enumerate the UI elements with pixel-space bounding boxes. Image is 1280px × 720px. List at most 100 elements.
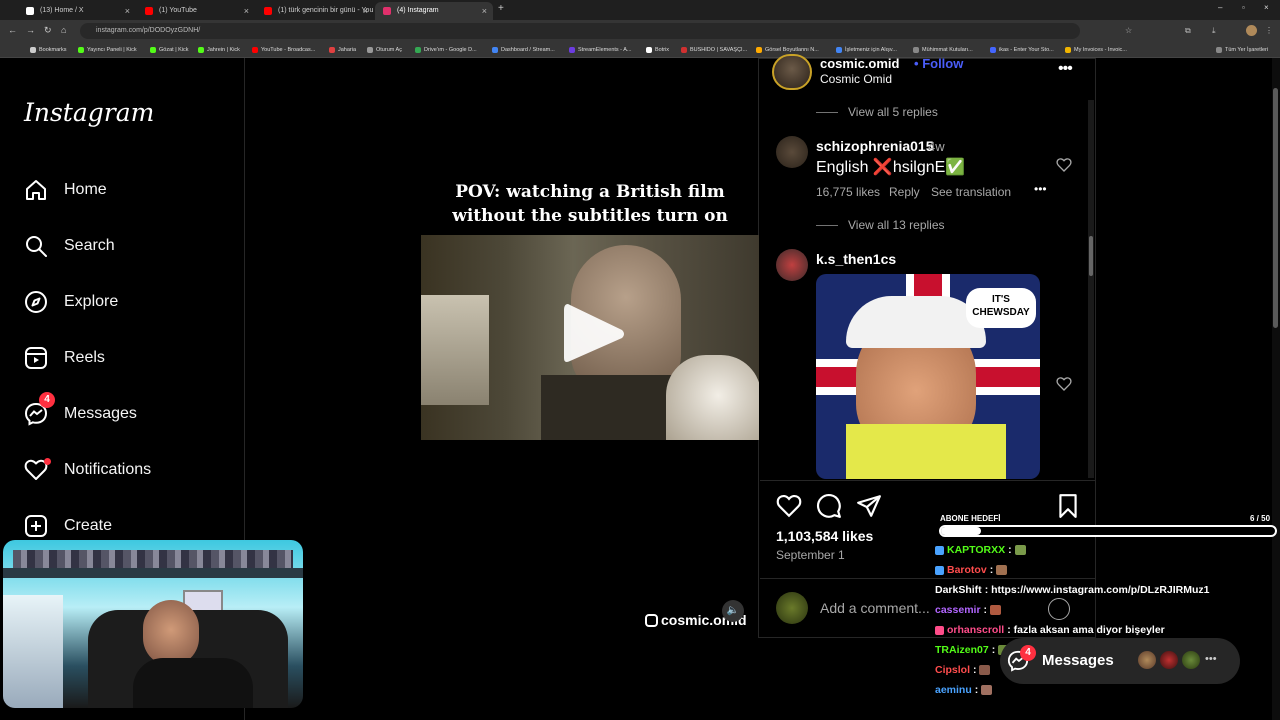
maximize-icon[interactable]: ▫: [1242, 3, 1245, 12]
close-icon[interactable]: ×: [482, 2, 487, 20]
download-icon[interactable]: ⤓: [1212, 26, 1216, 36]
post-author-avatar[interactable]: [772, 54, 812, 90]
more-options-icon[interactable]: •••: [1058, 60, 1073, 78]
explore-icon: [25, 291, 47, 313]
jaharia-icon: [329, 47, 335, 53]
streamelements-icon: [569, 47, 575, 53]
comment-options-icon[interactable]: •••: [1034, 182, 1047, 196]
bookmark-item[interactable]: Jahrein | Kick: [198, 44, 240, 56]
like-icon[interactable]: [776, 493, 802, 519]
home-icon[interactable]: ⌂: [61, 25, 66, 35]
view-replies-button[interactable]: View all 5 replies: [816, 105, 938, 119]
comment-icon[interactable]: [816, 493, 842, 519]
speaker-icon[interactable]: 🔈: [722, 600, 744, 622]
chat-message: aeminu:: [935, 684, 993, 696]
tab-youtube[interactable]: (1) YouTube ×: [137, 2, 255, 20]
emoji-icon[interactable]: [1048, 598, 1070, 620]
bookmark-icon[interactable]: [1055, 493, 1081, 519]
chat-separator: :: [1007, 624, 1011, 636]
tab-youtube-video[interactable]: (1) türk gencinin bir günü - You ×: [256, 2, 374, 20]
close-icon[interactable]: ×: [244, 2, 249, 20]
post-author-name: Cosmic Omid: [820, 72, 893, 86]
menu-icon[interactable]: ⋮: [1265, 26, 1273, 35]
view-replies-button[interactable]: View all 13 replies: [816, 218, 945, 232]
sub-goal-fill: [941, 527, 981, 535]
sidebar-item-home[interactable]: Home: [24, 176, 224, 206]
bookmark-item[interactable]: Oturum Aç: [367, 44, 402, 56]
bookmark-item[interactable]: Gözat | Kick: [150, 44, 189, 56]
bookmark-item[interactable]: Botrix: [646, 44, 669, 56]
folder-icon: [913, 47, 919, 53]
comments-scroll-thumb[interactable]: [1089, 236, 1093, 276]
extensions-icon[interactable]: ⧉: [1185, 26, 1191, 36]
chat-text: fazla aksan ama diyor bişeyler: [1013, 624, 1165, 636]
play-icon[interactable]: [562, 300, 626, 368]
comment-like-icon[interactable]: [1056, 157, 1072, 173]
emote-icon: [996, 565, 1008, 576]
video-dog: [666, 355, 759, 440]
sidebar-item-notifications[interactable]: Notifications: [24, 456, 224, 486]
bookmark-item[interactable]: ikas - Enter Your Sto...: [990, 44, 1054, 56]
comment-input[interactable]: Add a comment...: [820, 600, 930, 616]
sidebar-item-create[interactable]: Create: [24, 512, 224, 542]
minimize-icon[interactable]: –: [1218, 3, 1222, 12]
sidebar-item-search[interactable]: Search: [24, 232, 224, 262]
bookmark-item[interactable]: YouTube - Broadcas...: [252, 44, 315, 56]
bookmark-item[interactable]: Dashboard / Stream...: [492, 44, 555, 56]
instagram-logo[interactable]: Instagram: [24, 98, 154, 127]
chat-username: cassemir: [935, 604, 981, 616]
comment-image[interactable]: IT'S CHEWSDAY: [816, 274, 1040, 479]
chat-message: KAPTORXX:: [935, 544, 1026, 556]
comment-username[interactable]: k.s_then1cs: [816, 251, 896, 267]
bookmark-item[interactable]: My Invoices - Invoic...: [1065, 44, 1127, 56]
bookmark-item[interactable]: BUSHIDO | SAVAŞÇI...: [681, 44, 747, 56]
messages-floating-button[interactable]: [1000, 638, 1240, 684]
profile-avatar[interactable]: [1246, 25, 1257, 36]
star-icon[interactable]: ☆: [1125, 26, 1132, 35]
reply-button[interactable]: Reply: [889, 185, 920, 199]
window-close-icon[interactable]: ×: [1264, 3, 1269, 12]
url-field[interactable]: instagram.com/p/DODOyzGDNH/: [80, 23, 1080, 39]
share-icon[interactable]: [856, 493, 882, 519]
comment-like-icon[interactable]: [1056, 376, 1072, 392]
tab-instagram[interactable]: (4) Instagram ×: [375, 2, 493, 20]
see-translation-button[interactable]: See translation: [931, 185, 1011, 199]
tab-x-home[interactable]: (13) Home / X ×: [18, 2, 136, 20]
sidebar-item-reels[interactable]: Reels: [24, 344, 224, 374]
bookmark-item[interactable]: Jaharia: [329, 44, 356, 56]
back-icon[interactable]: ←: [8, 25, 17, 35]
bookmark-item[interactable]: İşletmeniz için Alışv...: [836, 44, 897, 56]
comment-avatar[interactable]: [776, 136, 808, 168]
comments-scrollbar[interactable]: [1088, 100, 1094, 478]
new-tab-button[interactable]: +: [498, 3, 504, 14]
bookmark-item[interactable]: Mühimmat Kutuları...: [913, 44, 973, 56]
youtube-icon: [252, 47, 258, 53]
close-icon[interactable]: ×: [363, 2, 368, 20]
bookmark-item[interactable]: Drive'ım - Google D...: [415, 44, 477, 56]
sidebar-item-explore[interactable]: Explore: [24, 288, 224, 318]
like-count[interactable]: 1,103,584 likes: [776, 528, 873, 544]
dashboard-icon: [492, 47, 498, 53]
close-icon[interactable]: ×: [125, 2, 130, 20]
bookmarks-bar: Bookmarks Yayıncı Paneli | Kick Gözat | …: [0, 42, 1280, 58]
post-author-username[interactable]: cosmic.omid: [820, 56, 899, 71]
chat-username: DarkShift: [935, 584, 982, 596]
comment-username[interactable]: schizophrenia015: [816, 138, 934, 154]
forward-icon[interactable]: →: [26, 25, 35, 35]
reload-icon[interactable]: ↻: [44, 25, 52, 36]
follow-button[interactable]: • Follow: [914, 56, 963, 71]
chat-message: Cipslol:: [935, 664, 991, 676]
sidebar-item-label: Create: [64, 517, 113, 534]
page-scroll-thumb[interactable]: [1273, 88, 1278, 328]
sidebar-item-label: Search: [64, 237, 115, 254]
comment-likes[interactable]: 16,775 likes: [816, 185, 880, 199]
bookmark-item[interactable]: Yayıncı Paneli | Kick: [78, 44, 137, 56]
browser-tab-bar: (13) Home / X × (1) YouTube × (1) türk g…: [0, 0, 1280, 20]
comment-avatar[interactable]: [776, 249, 808, 281]
sidebar-item-messages[interactable]: 4 Messages: [24, 392, 224, 430]
all-bookmarks[interactable]: Tüm Yer İşaretleri: [1216, 44, 1268, 56]
bookmark-item[interactable]: StreamElements - A...: [569, 44, 632, 56]
emote-icon: [979, 665, 991, 676]
bookmark-item[interactable]: Bookmarks: [30, 44, 67, 56]
chat-message: Barotov:: [935, 564, 1008, 576]
